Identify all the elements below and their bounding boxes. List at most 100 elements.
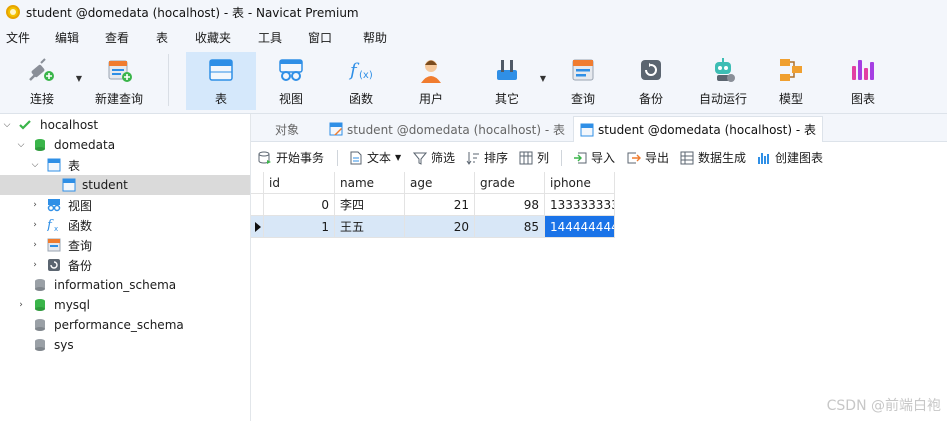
tree-functions[interactable]: › f x 函数 (0, 215, 250, 235)
new-query-button[interactable]: 新建查询 (86, 52, 152, 110)
table-cell[interactable]: 1 (264, 216, 335, 238)
begin-transaction-button[interactable]: 开始事务 (258, 149, 324, 166)
tree-db-information-schema[interactable]: information_schema (0, 275, 250, 295)
menu-edit[interactable]: 编辑 (55, 29, 79, 46)
table-cell[interactable]: 85 (475, 216, 545, 238)
column-header-name[interactable]: name (335, 172, 405, 194)
table-cell[interactable]: 王五 (335, 216, 405, 238)
export-label: 导出 (645, 151, 670, 165)
svg-text:f: f (47, 218, 54, 231)
tree-backups[interactable]: › 备份 (0, 255, 250, 275)
menu-tools[interactable]: 工具 (258, 29, 282, 46)
tree-tables-group[interactable]: ⌵ 表 (0, 155, 250, 175)
database-icon (35, 139, 45, 151)
toolbar-divider (337, 150, 338, 166)
table-cell[interactable]: 21 (405, 194, 475, 216)
data-generation-button[interactable]: 数据生成 (680, 149, 746, 166)
menu-table[interactable]: 表 (156, 29, 168, 46)
chevron-down-icon[interactable]: ⌵ (30, 160, 40, 170)
chevron-down-icon[interactable]: ▼ (540, 74, 546, 83)
menu-favorites[interactable]: 收藏夹 (195, 29, 231, 46)
menu-help[interactable]: 帮助 (363, 29, 387, 46)
svg-text:(x): (x) (359, 70, 373, 81)
tree-db-sys[interactable]: sys (0, 335, 250, 355)
other-button[interactable]: ▼ 其它 (478, 52, 546, 110)
tree-table-student[interactable]: student (0, 175, 250, 195)
table-button[interactable]: 表 (186, 52, 256, 110)
menu-view[interactable]: 查看 (105, 29, 129, 46)
tree-functions-label: 函数 (68, 218, 93, 233)
columns-button[interactable]: 列 (519, 149, 549, 166)
sort-icon (466, 151, 479, 165)
tree-database[interactable]: ⌵ domedata (0, 135, 250, 155)
query-button[interactable]: 查询 (554, 52, 612, 110)
export-button[interactable]: 导出 (627, 149, 669, 166)
tab-student-1[interactable]: student @domedata (hocalhost) - 表 (323, 116, 571, 142)
tree-views[interactable]: › 视图 (0, 195, 250, 215)
chevron-down-icon[interactable]: ▼ (76, 74, 82, 83)
title-bar: student @domedata (hocalhost) - 表 - Navi… (0, 0, 947, 24)
sort-button[interactable]: 排序 (466, 149, 508, 166)
import-button[interactable]: 导入 (573, 149, 615, 166)
chart-button[interactable]: 图表 (834, 52, 892, 110)
column-header-iphone[interactable]: iphone (545, 172, 615, 194)
filter-button[interactable]: 筛选 (413, 149, 455, 166)
tree-queries[interactable]: › 查询 (0, 235, 250, 255)
row-indicator[interactable] (251, 194, 264, 216)
connect-label: 连接 (29, 92, 54, 106)
tools-icon (497, 60, 517, 80)
chevron-right-icon[interactable]: › (30, 200, 40, 210)
tree-db-label: mysql (54, 298, 90, 312)
column-header-age[interactable]: age (405, 172, 475, 194)
function-button[interactable]: f (x) 函数 (332, 52, 390, 110)
column-header-grade[interactable]: grade (475, 172, 545, 194)
table-cell[interactable]: 0 (264, 194, 335, 216)
connect-button[interactable]: ▼ 连接 (12, 52, 82, 110)
tree-connection[interactable]: ⌵ hocalhost (0, 115, 250, 135)
user-icon (421, 60, 441, 83)
table-edit-icon (329, 122, 343, 136)
table-cell[interactable]: 20 (405, 216, 475, 238)
backup-button[interactable]: 备份 (622, 52, 680, 110)
chevron-down-icon[interactable]: ⌵ (16, 140, 26, 150)
function-icon: f x (47, 218, 58, 231)
table-cell[interactable]: 98 (475, 194, 545, 216)
create-chart-button[interactable]: 创建图表 (757, 149, 823, 166)
table-cell-focused[interactable]: 144444444 (545, 216, 615, 238)
window-title: student @domedata (hocalhost) - 表 - Navi… (26, 5, 359, 20)
chevron-right-icon[interactable]: › (16, 300, 26, 310)
create-chart-label: 创建图表 (775, 151, 824, 165)
data-gen-label: 数据生成 (698, 151, 747, 165)
automation-button[interactable]: 自动运行 (692, 52, 754, 110)
model-button[interactable]: 模型 (762, 52, 820, 110)
tree-db-mysql[interactable]: › mysql (0, 295, 250, 315)
columns-icon (519, 151, 533, 164)
tree-db-performance-schema[interactable]: performance_schema (0, 315, 250, 335)
other-label: 其它 (494, 92, 519, 106)
table-toolbar: 开始事务 文本 ▼ 筛选 排序 列 导入 导出 数据生成 创建图表 (251, 142, 947, 172)
database-icon (35, 299, 45, 311)
table-icon (209, 59, 233, 81)
chevron-right-icon[interactable]: › (30, 220, 40, 230)
view-button[interactable]: 视图 (262, 52, 320, 110)
text-button[interactable]: 文本 ▼ (349, 149, 401, 166)
row-indicator-current[interactable] (251, 216, 264, 238)
chevron-down-icon[interactable]: ⌵ (2, 120, 12, 130)
watermark: CSDN @前端白袍 (826, 398, 941, 414)
tab-student-2[interactable]: student @domedata (hocalhost) - 表 (573, 116, 823, 142)
model-label: 模型 (778, 92, 803, 106)
plug-icon (29, 58, 54, 81)
database-icon (35, 339, 45, 351)
menu-window[interactable]: 窗口 (308, 29, 332, 46)
user-button[interactable]: 用户 (402, 52, 460, 110)
table-cell[interactable]: 133333333 (545, 194, 615, 216)
chevron-right-icon[interactable]: › (30, 240, 40, 250)
menu-file[interactable]: 文件 (6, 29, 30, 46)
query-icon (572, 59, 594, 81)
table-cell[interactable]: 李四 (335, 194, 405, 216)
column-header-id[interactable]: id (264, 172, 335, 194)
data-grid: id name age grade iphone 0 李四 21 98 1333… (251, 172, 947, 421)
view-icon (47, 199, 61, 212)
chevron-right-icon[interactable]: › (30, 260, 40, 270)
chevron-down-icon[interactable]: ▼ (395, 153, 401, 162)
